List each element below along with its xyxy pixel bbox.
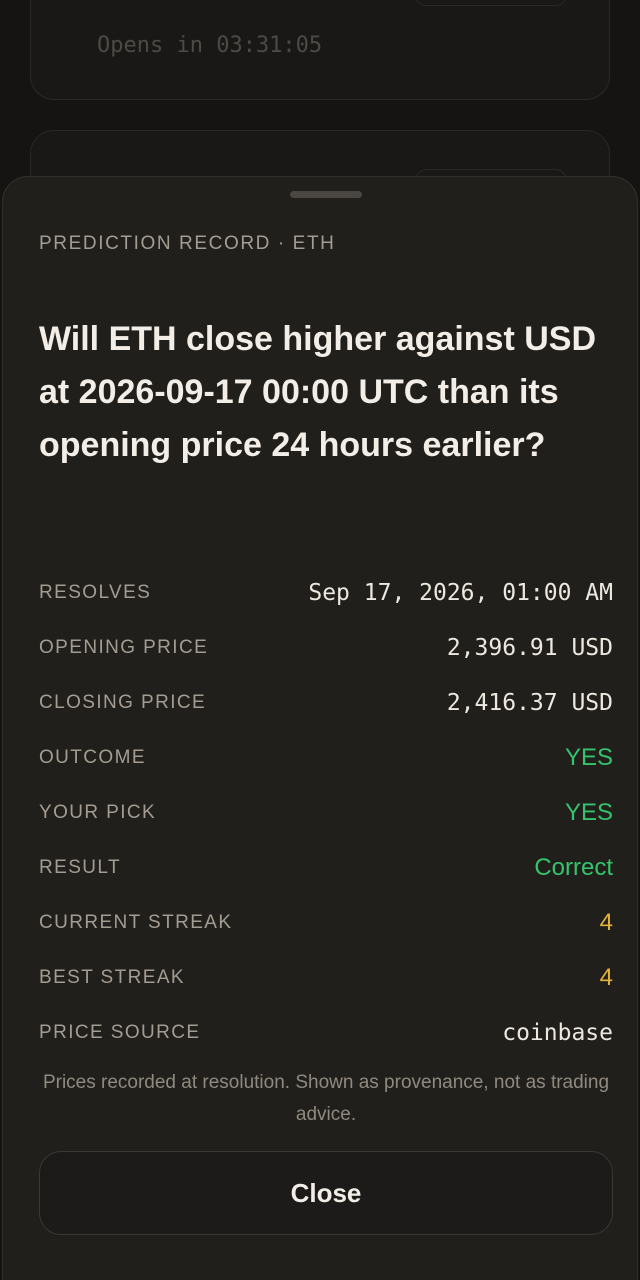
detail-row-opening-price: OPENING PRICE 2,396.91 USD: [39, 620, 613, 675]
price-source-value: coinbase: [502, 1019, 613, 1046]
closing-price-value: 2,416.37 USD: [446, 689, 613, 716]
detail-row-best-streak: BEST STREAK 4: [39, 950, 613, 1005]
background-card[interactable]: Opens in 03:31:05: [30, 0, 610, 100]
sheet-drag-handle[interactable]: [290, 191, 362, 198]
outcome-value: YES: [564, 743, 613, 771]
detail-label: PRICE SOURCE: [39, 1021, 201, 1043]
detail-label: BEST STREAK: [39, 966, 185, 988]
prediction-record-sheet: PREDICTION RECORD · ETH Will ETH close h…: [2, 176, 638, 1280]
detail-label: RESULT: [39, 856, 121, 878]
detail-label: CLOSING PRICE: [39, 691, 207, 713]
detail-row-price-source: PRICE SOURCE coinbase: [39, 1005, 613, 1060]
best-streak-value: 4: [599, 963, 613, 991]
detail-row-your-pick: YOUR PICK YES: [39, 785, 613, 840]
your-pick-value: YES: [564, 798, 613, 826]
background-card-pill: [415, 0, 567, 6]
detail-row-current-streak: CURRENT STREAK 4: [39, 895, 613, 950]
sheet-eyebrow: PREDICTION RECORD · ETH: [39, 233, 336, 254]
prediction-question: Will ETH close higher against USD at 202…: [39, 320, 597, 464]
detail-label: OPENING PRICE: [39, 636, 209, 658]
detail-row-closing-price: CLOSING PRICE 2,416.37 USD: [39, 675, 613, 730]
current-streak-value: 4: [599, 908, 613, 936]
screen: Opens in 03:31:05 PREDICTION RECORD · ET…: [0, 0, 640, 1280]
detail-row-resolves: RESOLVES Sep 17, 2026, 01:00 AM: [39, 565, 613, 620]
close-button[interactable]: Close: [39, 1151, 613, 1235]
detail-label: OUTCOME: [39, 746, 146, 768]
opening-price-value: 2,396.91 USD: [446, 634, 613, 661]
detail-label: YOUR PICK: [39, 801, 157, 823]
result-value: Correct: [534, 853, 613, 881]
detail-row-outcome: OUTCOME YES: [39, 730, 613, 785]
opens-timer: Opens in 03:31:05: [97, 33, 323, 58]
detail-label: RESOLVES: [39, 581, 152, 603]
details-list: RESOLVES Sep 17, 2026, 01:00 AM OPENING …: [39, 565, 613, 1060]
provenance-note: Prices recorded at resolution. Shown as …: [42, 1072, 610, 1125]
detail-row-result: RESULT Correct: [39, 840, 613, 895]
resolves-value: Sep 17, 2026, 01:00 AM: [308, 579, 613, 606]
detail-label: CURRENT STREAK: [39, 911, 233, 933]
